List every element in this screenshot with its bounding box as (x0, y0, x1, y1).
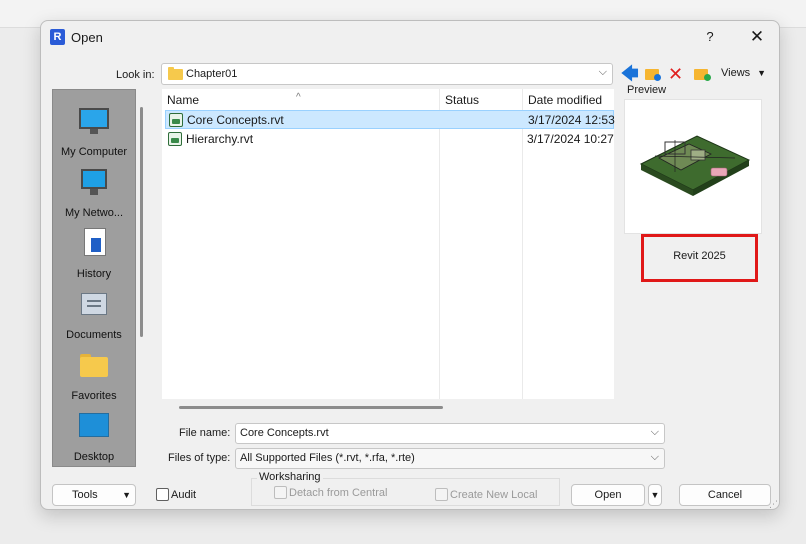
model-thumbnail-icon (639, 135, 751, 196)
file-name: Hierarchy.rvt (186, 132, 254, 146)
revit-app-icon: R (50, 29, 65, 45)
dialog-title: Open (71, 30, 103, 45)
file-name: Core Concepts.rvt (187, 113, 284, 127)
views-label: Views (721, 67, 751, 79)
files-of-type-value: All Supported Files (*.rvt, *.rfa, *.rte… (240, 452, 415, 464)
tools-button[interactable]: Tools ▼ (52, 484, 136, 506)
open-dropdown-button[interactable]: ▼ (648, 484, 662, 506)
file-name-field[interactable]: Core Concepts.rvt ⌵ (235, 423, 665, 444)
open-button[interactable]: Open (571, 484, 645, 506)
look-in-dropdown[interactable]: Chapter01 ⌵ (161, 63, 613, 85)
delete-icon[interactable]: ✕ (668, 65, 686, 85)
place-label: Favorites (71, 390, 117, 402)
create-new-local-checkbox[interactable] (435, 488, 448, 501)
caret-down-icon: ▼ (122, 490, 131, 500)
close-button[interactable]: ✕ (746, 25, 768, 49)
desktop-icon (79, 413, 109, 439)
folder-icon (168, 67, 183, 80)
place-favorites[interactable]: Favorites (53, 344, 135, 404)
audit-checkbox[interactable] (156, 488, 169, 501)
file-name-label: File name: (179, 427, 231, 439)
place-history[interactable]: History (53, 222, 135, 282)
places-scrollbar[interactable] (140, 107, 143, 337)
place-label: My Netwo... (64, 207, 124, 219)
file-row[interactable]: Core Concepts.rvt 3/17/2024 12:53 (165, 110, 615, 129)
help-button[interactable]: ? (701, 27, 719, 47)
file-name-value: Core Concepts.rvt (240, 427, 329, 439)
look-in-label: Look in: (116, 69, 155, 81)
back-arrow-icon[interactable]: 🡄 (621, 65, 639, 85)
column-header-date-modified[interactable]: Date modified (523, 89, 614, 111)
revit-version-label: Revit 2025 (673, 250, 726, 262)
chevron-down-icon: ⌵ (650, 451, 659, 463)
file-row[interactable]: Hierarchy.rvt 3/17/2024 10:27 (165, 130, 614, 149)
create-new-local-label: Create New Local (450, 489, 538, 501)
chevron-down-icon[interactable]: ⌵ (651, 426, 659, 439)
preview-label: Preview (627, 84, 667, 96)
rvt-file-icon (168, 132, 182, 146)
place-my-computer[interactable]: My Computer (53, 100, 135, 160)
network-icon (79, 169, 109, 195)
documents-icon (79, 291, 109, 317)
cancel-button[interactable]: Cancel (679, 484, 771, 506)
tools-label: Tools (72, 489, 98, 501)
place-label: History (76, 268, 112, 280)
rvt-file-icon (169, 113, 183, 127)
files-of-type-label: Files of type: (168, 452, 231, 464)
new-folder-icon[interactable] (644, 65, 662, 85)
computer-icon (79, 108, 109, 134)
caret-down-icon: ▼ (757, 68, 767, 78)
add-to-favorites-icon[interactable] (693, 65, 713, 85)
place-label: Desktop (73, 451, 115, 463)
file-list-horizontal-scrollbar[interactable] (179, 406, 443, 409)
chevron-down-icon: ⌵ (598, 66, 607, 78)
place-label: My Computer (60, 146, 128, 158)
place-label: Documents (66, 329, 122, 341)
look-in-value: Chapter01 (186, 68, 238, 80)
favorites-icon (79, 352, 109, 378)
file-date: 3/17/2024 12:53 (528, 113, 615, 127)
detach-from-central-label: Detach from Central (289, 487, 388, 499)
resize-grip-icon[interactable]: ⋰ (769, 499, 778, 510)
files-of-type-dropdown[interactable]: All Supported Files (*.rvt, *.rfa, *.rte… (235, 448, 665, 469)
column-header-status[interactable]: Status (440, 89, 522, 111)
open-dialog: R Open ? ✕ Look in: Chapter01 ⌵ 🡄 ✕ View… (40, 20, 780, 510)
place-desktop[interactable]: Desktop (53, 405, 135, 465)
title-bar: R Open ? ✕ (41, 21, 779, 53)
audit-label: Audit (171, 489, 197, 501)
worksharing-title: Worksharing (257, 471, 323, 483)
detach-from-central-checkbox[interactable] (274, 486, 287, 499)
sort-up-icon: ^ (296, 92, 301, 103)
place-my-network[interactable]: My Netwo... (53, 161, 135, 221)
file-list: Name ^ Status Date modified Core Concepts… (162, 89, 615, 399)
column-header-name[interactable]: Name ^ (162, 89, 442, 111)
history-icon (79, 228, 109, 256)
place-documents[interactable]: Documents (53, 283, 135, 343)
file-date: 3/17/2024 10:27 (527, 132, 614, 146)
version-highlight-box: Revit 2025 (641, 234, 758, 282)
preview-image (624, 99, 762, 234)
places-bar: My Computer My Netwo... History Document… (52, 89, 136, 467)
views-menu-button[interactable]: Views ▼ (721, 67, 766, 79)
